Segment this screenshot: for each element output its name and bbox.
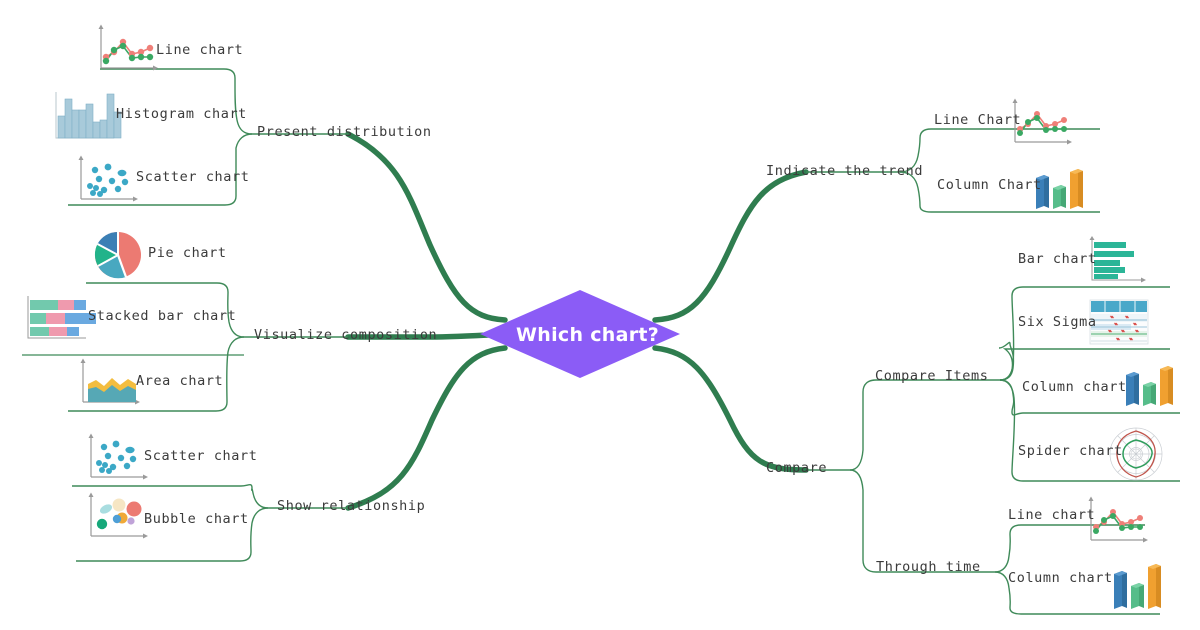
node-label-pie-chart[interactable]: Pie chart (148, 246, 227, 261)
node-label-stacked-bar-chart[interactable]: Stacked bar chart (88, 309, 236, 324)
node-label-six-sigma[interactable]: Six Sigma (1018, 315, 1097, 330)
column-chart-icon (1114, 564, 1161, 609)
node-label-line-chart-trend[interactable]: Line Chart (934, 113, 1021, 128)
node-label-column-chart-trend[interactable]: Column Chart (937, 178, 1042, 193)
histogram-chart-icon (55, 92, 122, 139)
branch-label-indicate-the-trend[interactable]: Indicate the trend (766, 164, 923, 179)
node-label-histogram-chart[interactable]: Histogram chart (116, 107, 247, 122)
node-label-column-chart-time[interactable]: Column chart (1008, 571, 1113, 586)
branch-label-compare[interactable]: Compare (766, 461, 827, 476)
branch-label-visualize-composition[interactable]: Visualize composition (254, 328, 437, 343)
node-label-scatter-chart-relationship[interactable]: Scatter chart (144, 449, 257, 464)
node-label-line-chart-time[interactable]: Line chart (1008, 508, 1095, 523)
line-chart-icon (1087, 495, 1149, 544)
scatter-chart-icon (87, 432, 149, 481)
node-label-area-chart[interactable]: Area chart (136, 374, 223, 389)
mindmap-canvas: Which chart? Line chart Histogram chart … (0, 0, 1200, 630)
node-label-column-chart-items[interactable]: Column chart (1022, 380, 1127, 395)
node-label-line-chart[interactable]: Line chart (156, 43, 243, 58)
line-chart-icon (97, 23, 159, 72)
column-chart-icon (1036, 169, 1083, 209)
area-chart-icon (79, 357, 141, 406)
node-label-bubble-chart[interactable]: Bubble chart (144, 512, 249, 527)
bubble-chart-icon (87, 491, 149, 540)
branch-label-show-relationship[interactable]: Show relationship (277, 499, 425, 514)
six-sigma-icon (1089, 299, 1149, 345)
center-node-label: Which chart? (516, 324, 660, 346)
line-chart-icon (1011, 97, 1073, 146)
bar-chart-icon (1089, 236, 1146, 283)
subgroup-label-compare-items[interactable]: Compare Items (875, 369, 988, 384)
node-label-bar-chart[interactable]: Bar chart (1018, 252, 1097, 267)
branch-label-present-distribution[interactable]: Present distribution (257, 125, 432, 140)
node-label-scatter-chart-distribution[interactable]: Scatter chart (136, 170, 249, 185)
scatter-chart-icon (77, 154, 139, 203)
column-chart-icon (1126, 366, 1173, 406)
stacked-bar-chart-icon (27, 296, 96, 339)
pie-chart-icon (94, 231, 141, 279)
subgroup-label-through-time[interactable]: Through time (876, 560, 981, 575)
node-label-spider-chart[interactable]: Spider chart (1018, 444, 1123, 459)
